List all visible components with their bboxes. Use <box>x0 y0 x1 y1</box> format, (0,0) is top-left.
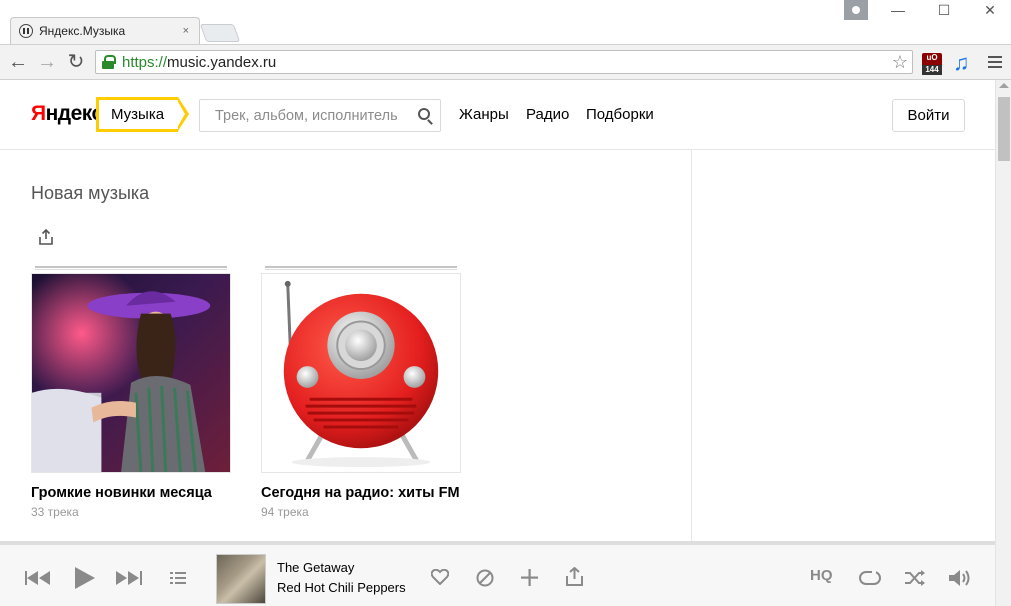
browser-toolbar: ← → ↻ https://music.yandex.ru ☆ uO 144 ♫ <box>0 44 1011 80</box>
next-track-icon[interactable] <box>116 571 142 585</box>
scroll-up-arrow-icon[interactable] <box>999 83 1009 88</box>
volume-icon[interactable] <box>948 569 972 587</box>
minimize-button[interactable]: — <box>886 2 910 18</box>
playlist-track-count: 94 трека <box>261 505 309 519</box>
page-content: Яндекс Музыка Жанры Радио Подборки Войти… <box>0 80 995 606</box>
url-host: music.yandex.ru <box>167 53 277 71</box>
yandex-logo[interactable]: Яндекс <box>31 102 103 126</box>
ext-label: uO <box>926 53 938 62</box>
nav-collections[interactable]: Подборки <box>586 106 654 123</box>
ublock-extension-icon[interactable]: uO 144 <box>922 53 942 75</box>
track-artist[interactable]: Red Hot Chili Peppers <box>277 580 406 595</box>
address-bar[interactable]: https://music.yandex.ru ☆ <box>95 50 913 74</box>
playlist-cover-image[interactable] <box>31 273 231 473</box>
like-heart-icon[interactable] <box>431 569 449 585</box>
player-bar: The Getaway Red Hot Chili Peppers HQ <box>0 541 995 606</box>
music-service-badge[interactable]: Музыка <box>96 97 190 132</box>
browser-tabstrip: Яндекс.Музыка × — ☐ ✕ <box>0 0 1011 44</box>
search-box <box>199 99 441 132</box>
shuffle-icon[interactable] <box>904 570 926 586</box>
browser-menu-icon[interactable] <box>988 56 1002 71</box>
scroll-thumb[interactable] <box>998 97 1010 161</box>
bookmark-star-icon[interactable]: ☆ <box>892 51 908 73</box>
playlist-card[interactable]: Сегодня на радио: хиты FM 94 трека <box>261 266 461 519</box>
repeat-icon[interactable] <box>859 571 881 585</box>
pause-favicon-icon <box>19 24 33 38</box>
close-window-button[interactable]: ✕ <box>978 2 1002 19</box>
site-header: Яндекс Музыка Жанры Радио Подборки Войти <box>0 80 995 150</box>
music-note-extension-icon[interactable]: ♫ <box>953 51 970 75</box>
dislike-block-icon[interactable] <box>476 569 494 587</box>
forward-button[interactable]: → <box>36 51 58 73</box>
search-icon[interactable] <box>418 108 430 120</box>
user-profile-icon[interactable] <box>844 0 868 20</box>
page-scrollbar[interactable] <box>995 80 1011 606</box>
maximize-button[interactable]: ☐ <box>932 2 956 19</box>
browser-tab[interactable]: Яндекс.Музыка × <box>10 17 200 44</box>
reload-button[interactable]: ↻ <box>65 51 87 73</box>
lock-icon <box>102 55 116 69</box>
playlist-card[interactable]: Громкие новинки месяца 33 трека <box>31 266 231 519</box>
hq-toggle-button[interactable]: HQ <box>810 567 833 584</box>
previous-track-icon[interactable] <box>25 571 51 585</box>
search-input[interactable] <box>200 100 405 131</box>
share-icon[interactable] <box>38 229 54 245</box>
sidebar-divider <box>691 150 692 606</box>
nav-radio[interactable]: Радио <box>526 106 569 123</box>
playlist-title[interactable]: Громкие новинки месяца <box>31 483 231 503</box>
nav-genres[interactable]: Жанры <box>459 106 509 123</box>
login-button[interactable]: Войти <box>892 99 965 132</box>
playlist-queue-icon[interactable] <box>170 572 186 584</box>
url-scheme: https:// <box>122 53 168 71</box>
service-name: Музыка <box>111 106 165 123</box>
tab-close-icon[interactable]: × <box>183 25 189 37</box>
ext-badge: 144 <box>922 65 942 75</box>
add-icon[interactable] <box>521 569 538 586</box>
section-title: Новая музыка <box>31 183 150 203</box>
track-title[interactable]: The Getaway <box>277 560 354 575</box>
play-icon[interactable] <box>75 567 95 589</box>
share-icon[interactable] <box>566 567 583 586</box>
playlist-cover-image[interactable] <box>261 273 461 473</box>
tab-title: Яндекс.Музыка <box>39 24 126 38</box>
new-tab-button[interactable] <box>199 24 241 42</box>
playlist-title[interactable]: Сегодня на радио: хиты FM <box>261 483 461 503</box>
back-button[interactable]: ← <box>7 51 29 73</box>
playlist-track-count: 33 трека <box>31 505 79 519</box>
track-cover-image[interactable] <box>216 554 266 604</box>
